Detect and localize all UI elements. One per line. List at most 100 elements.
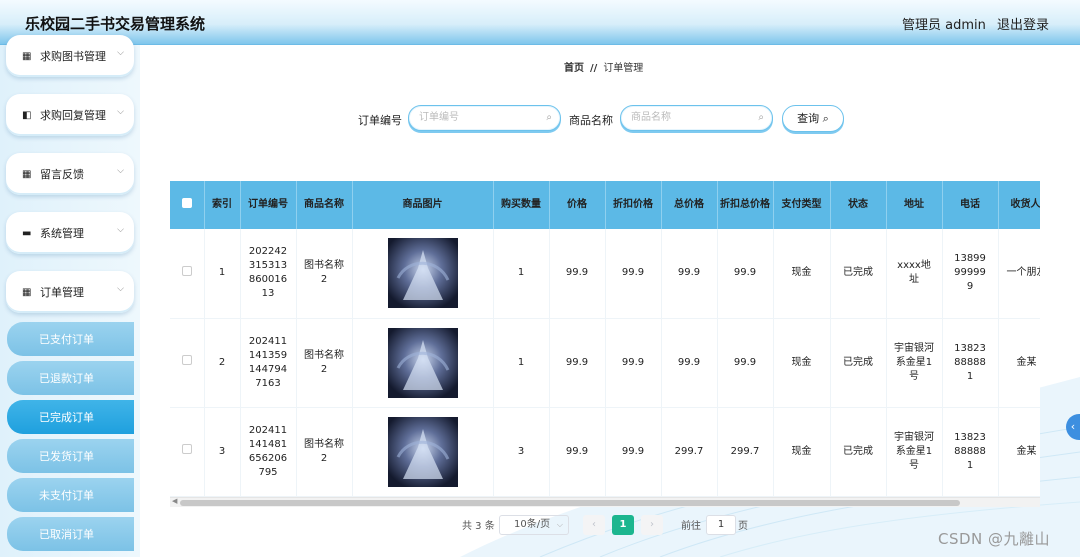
order-no-input[interactable]: 订单编号 ⌕ [408, 105, 561, 131]
reply-icon: ◧ [22, 109, 32, 121]
breadcrumb-separator: // [590, 63, 598, 74]
sub-unpaid-orders[interactable]: 未支付订单 [7, 478, 134, 512]
cell-phone: 13823888881 [942, 407, 999, 497]
search-icon: ⌕ [758, 112, 764, 123]
prev-page-button[interactable]: ‹ [583, 515, 605, 535]
row-checkbox[interactable] [170, 318, 205, 408]
order-no-text: 2024111413591447947163 [248, 335, 288, 389]
main-content: 首页 // 订单管理 订单编号 订单编号 ⌕ 商品名称 商品名称 ⌕ 查询 ⌕ 索引… [140, 45, 1080, 557]
col-discount-total: 折扣总价格 [717, 181, 774, 229]
product-name-label: 商品名称 [569, 114, 613, 127]
menu-orders[interactable]: ▦ 订单管理 ⌵ [6, 271, 134, 313]
chevron-down-icon: ⌵ [117, 284, 124, 294]
menu-feedback[interactable]: ▦ 留言反馈 ⌵ [6, 153, 134, 195]
row-checkbox[interactable] [170, 407, 205, 497]
cell-discount-total: 299.7 [717, 407, 774, 497]
order-no-placeholder: 订单编号 [419, 112, 459, 123]
cell-image [352, 229, 494, 319]
grid-icon: ▦ [22, 168, 32, 180]
query-label: 查询 [797, 112, 820, 125]
cell-receiver: 金某 [998, 318, 1040, 408]
order-no-label: 订单编号 [358, 114, 402, 127]
breadcrumb-home[interactable]: 首页 [564, 63, 584, 74]
cell-discount-price: 99.9 [605, 407, 662, 497]
sub-refunded-orders[interactable]: 已退款订单 [7, 361, 134, 395]
menu-label: 系统管理 [40, 227, 84, 240]
chevron-down-icon: ⌵ [556, 520, 563, 529]
chevron-down-icon: ⌵ [117, 225, 124, 235]
sub-cancelled-orders[interactable]: 已取消订单 [7, 517, 134, 551]
col-total: 总价格 [661, 181, 718, 229]
product-name-input[interactable]: 商品名称 ⌕ [620, 105, 773, 131]
table-horizontal-scrollbar[interactable]: ◀ [170, 497, 1040, 507]
col-index: 索引 [204, 181, 241, 229]
product-image [387, 416, 458, 487]
row-checkbox[interactable] [170, 229, 205, 319]
col-price: 价格 [549, 181, 606, 229]
chevron-down-icon: ⌵ [117, 48, 124, 58]
pagination-total: 共 3 条 [462, 521, 495, 532]
page-size-value: 10条/页 [514, 519, 551, 530]
search-icon: ⌕ [822, 112, 829, 125]
chevron-left-icon: ‹ [1070, 420, 1076, 433]
col-address: 地址 [886, 181, 943, 229]
cell-index: 3 [204, 407, 241, 497]
order-no-text: 20224231531386001613 [248, 246, 288, 300]
cell-phone: 13823888881 [942, 318, 999, 408]
menu-label: 求购图书管理 [40, 50, 106, 63]
col-name: 商品名称 [296, 181, 353, 229]
menu-label: 留言反馈 [40, 168, 84, 181]
cell-price: 99.9 [549, 407, 606, 497]
query-button[interactable]: 查询 ⌕ [782, 105, 844, 132]
menu-system[interactable]: ▬ 系统管理 ⌵ [6, 212, 134, 254]
cell-price: 99.9 [549, 318, 606, 408]
cell-status: 已完成 [830, 229, 887, 319]
cell-receiver: 一个朋友 [998, 229, 1040, 319]
cell-discount-price: 99.9 [605, 318, 662, 408]
table-row: 2 2024111413591447947163 图书名称2 1 99.9 99… [170, 318, 1040, 408]
menu-book-request[interactable]: ▦ 求购图书管理 ⌵ [6, 35, 134, 77]
col-status: 状态 [830, 181, 887, 229]
cell-discount-total: 99.9 [717, 229, 774, 319]
col-image: 商品图片 [352, 181, 494, 229]
sub-paid-orders[interactable]: 已支付订单 [7, 322, 134, 356]
next-page-button[interactable]: › [641, 515, 663, 535]
menu-label: 求购回复管理 [40, 109, 106, 122]
col-phone: 电话 [942, 181, 999, 229]
menu-label: 订单管理 [40, 286, 84, 299]
cell-phone: 13899999999 [942, 229, 999, 319]
address-text: 宇宙银河系金星1号 [894, 342, 934, 382]
cell-total: 299.7 [661, 407, 718, 497]
address-text: 宇宙银河系金星1号 [894, 431, 934, 471]
order-no-text: 20241114148165620679​5 [248, 424, 288, 478]
address-text: xxxx地址 [897, 260, 931, 286]
goto-page-input[interactable]: 1 [706, 515, 736, 535]
cell-pay-type: 现金 [773, 318, 831, 408]
search-icon: ⌕ [546, 112, 552, 123]
col-qty: 购买数量 [493, 181, 550, 229]
top-header: 乐校园二手书交易管理系统 管理员 admin 退出登录 [0, 0, 1080, 45]
cell-index: 1 [204, 229, 241, 319]
sub-completed-orders[interactable]: 已完成订单 [7, 400, 134, 434]
name-text: 图书名称2 [304, 260, 344, 286]
page-number-current[interactable]: 1 [612, 515, 634, 535]
chevron-down-icon: ⌵ [117, 166, 124, 176]
scrollbar-thumb[interactable] [180, 500, 960, 506]
sub-shipped-orders[interactable]: 已发货订单 [7, 439, 134, 473]
cell-order-no: 2024111413591447947163 [240, 318, 297, 408]
cell-order-no: 20224231531386001613 [240, 229, 297, 319]
cell-name: 图书名称2 [296, 318, 353, 408]
menu-reply[interactable]: ◧ 求购回复管理 ⌵ [6, 94, 134, 136]
logout-link[interactable]: 退出登录 [997, 14, 1049, 33]
select-all-checkbox[interactable] [170, 181, 205, 229]
cell-image [352, 318, 494, 408]
cell-index: 2 [204, 318, 241, 408]
scroll-left-arrow-icon[interactable]: ◀ [172, 497, 177, 505]
page-size-select[interactable]: 10条/页 ⌵ [499, 515, 569, 535]
product-name-placeholder: 商品名称 [631, 112, 671, 123]
app-title: 乐校园二手书交易管理系统 [25, 15, 206, 33]
chevron-down-icon: ⌵ [117, 107, 124, 117]
col-discount-price: 折扣价格 [605, 181, 662, 229]
product-image [387, 327, 458, 398]
breadcrumb-current: 订单管理 [603, 63, 644, 74]
